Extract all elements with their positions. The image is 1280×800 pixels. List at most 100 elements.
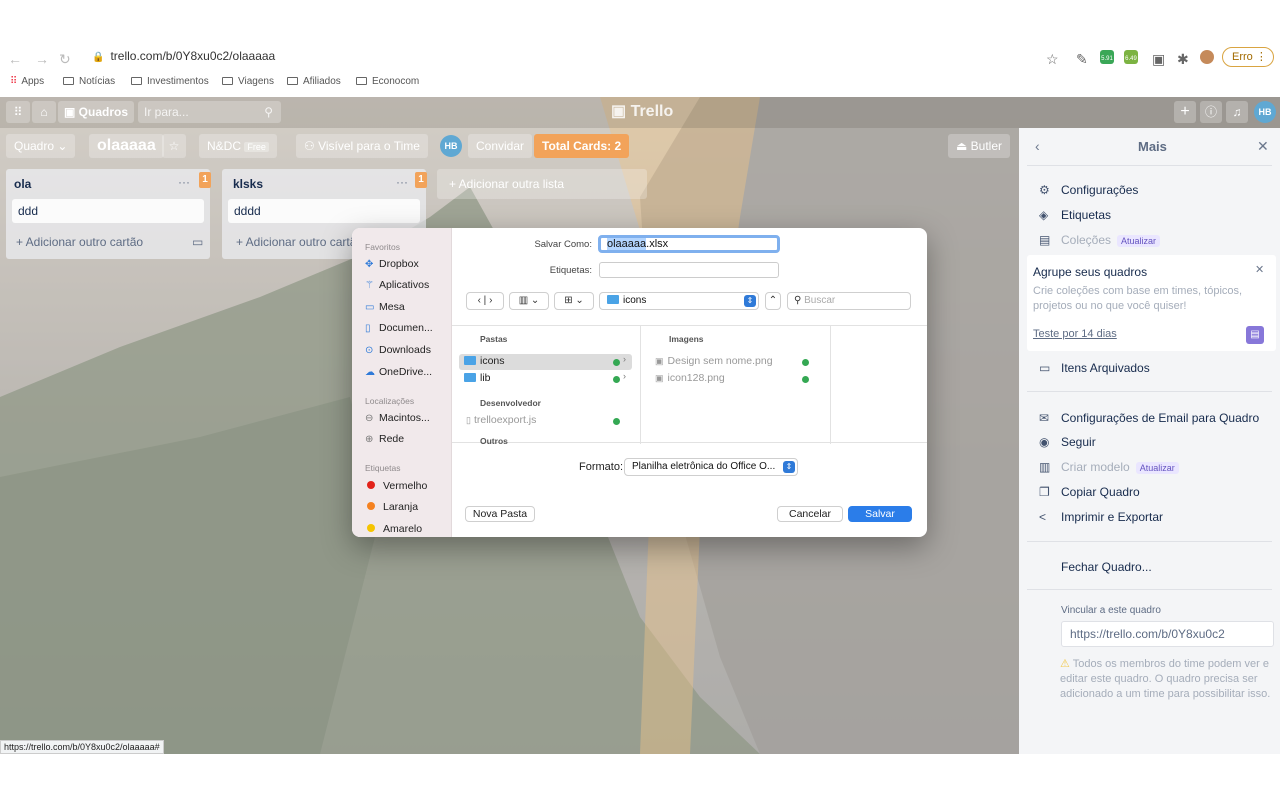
dropbox-icon: ✥ <box>365 259 374 270</box>
visibility-button[interactable]: ⚇ Visível para o Time <box>296 134 428 158</box>
error-badge[interactable]: Erro ⋮ <box>1222 47 1274 67</box>
boards-button[interactable]: ▣ Quadros <box>58 101 135 123</box>
bell-icon[interactable]: ♫ <box>1226 101 1248 123</box>
list-title[interactable]: klsks <box>233 177 263 191</box>
select-arrows-icon[interactable]: ⇕ <box>744 295 756 307</box>
folder-icon <box>607 295 619 304</box>
add-card-button[interactable]: + Adicionar outro cartão <box>16 235 143 249</box>
new-folder-button[interactable]: Nova Pasta <box>465 506 535 522</box>
list-menu-icon[interactable]: ··· <box>178 175 190 189</box>
home-icon[interactable]: ⌂ <box>32 101 56 123</box>
avatar[interactable]: HB <box>1254 101 1276 123</box>
trello-logo[interactable]: ▣ Trello <box>611 101 673 121</box>
forward-icon[interactable]: → <box>35 51 49 67</box>
menu-item-criar-modelo[interactable]: Criar modelo Atualizar <box>1061 460 1179 474</box>
extension-icon-2[interactable]: 6.49 <box>1124 50 1138 64</box>
filename-input[interactable]: olaaaaa.xlsx <box>598 235 780 253</box>
sidebar-item-dropbox[interactable]: ✥ Dropbox <box>365 258 419 270</box>
sidebar-item-aplicativos[interactable]: ⚚ Aplicativos <box>365 279 429 291</box>
puzzle-icon[interactable]: ✱ <box>1177 51 1189 68</box>
sidebar-item-macintosh[interactable]: ⊖ Macintos... <box>365 412 430 424</box>
disk-icon: ⊖ <box>365 413 374 424</box>
card-template-icon[interactable]: ▭ <box>192 235 203 249</box>
bookmark-investimentos[interactable]: Investimentos <box>131 76 209 87</box>
menu-item-imprimir[interactable]: Imprimir e Exportar <box>1061 510 1163 524</box>
menu-item-copiar[interactable]: Copiar Quadro <box>1061 485 1140 499</box>
format-select[interactable]: Planilha eletrônica do Office O... <box>624 458 798 476</box>
board-title[interactable]: olaaaaa <box>89 134 164 158</box>
group-view-button[interactable]: ⊞ ⌄ <box>554 292 594 310</box>
apps-icon[interactable]: ⠿ <box>6 101 30 123</box>
card[interactable]: ddd <box>12 199 204 223</box>
tags-input[interactable] <box>599 262 779 278</box>
sidebar-item-documentos[interactable]: ▯ Documen... <box>365 322 433 334</box>
star-icon[interactable]: ☆ <box>1046 51 1059 68</box>
update-badge: Atualizar <box>1117 235 1161 247</box>
profile-avatar[interactable] <box>1200 50 1214 64</box>
sidebar-tag-vermelho[interactable]: Vermelho <box>365 480 427 492</box>
sidebar-item-downloads[interactable]: ⊙ Downloads <box>365 344 431 356</box>
folder-row-lib[interactable]: lib <box>464 372 491 384</box>
sidebar-item-onedrive[interactable]: ☁ OneDrive... <box>365 366 432 378</box>
address-bar[interactable]: 🔒 trello.com/b/0Y8xu0c2/olaaaaa <box>92 49 992 67</box>
promo-title: Agrupe seus quadros <box>1033 265 1148 279</box>
folder-row-icons[interactable]: icons <box>464 355 505 367</box>
search-input[interactable]: ⚲ Buscar <box>787 292 911 310</box>
pen-icon[interactable]: ✎ <box>1076 51 1088 68</box>
reload-icon[interactable]: ↻ <box>59 51 71 68</box>
bookmark-apps[interactable]: ⠿ Apps <box>10 76 44 87</box>
bookmark-afiliados[interactable]: Afiliados <box>287 76 341 87</box>
sidebar-tag-amarelo[interactable]: Amarelo <box>365 523 422 535</box>
member-avatar[interactable]: HB <box>440 135 462 157</box>
butler-button[interactable]: ⏏ Butler <box>948 134 1011 158</box>
location-select[interactable]: icons <box>599 292 759 310</box>
team-button[interactable]: N&DC Free <box>199 134 277 158</box>
menu-item-seguir[interactable]: Seguir <box>1061 435 1096 449</box>
file-row-design[interactable]: ▣ Design sem nome.png <box>655 355 773 367</box>
back-icon[interactable]: ‹ <box>1035 138 1040 154</box>
menu-item-configuracoes[interactable]: Configurações <box>1061 183 1138 197</box>
add-card-button[interactable]: + Adicionar outro cartão <box>236 235 363 249</box>
star-board-icon[interactable]: ☆ <box>162 134 186 158</box>
add-list-button[interactable]: + Adicionar outra lista <box>437 169 647 199</box>
bookmark-econocom[interactable]: Econocom <box>356 76 419 87</box>
select-arrows-icon[interactable]: ⇕ <box>783 461 795 473</box>
trial-link[interactable]: Teste por 14 dias <box>1033 328 1117 340</box>
share-icon: < <box>1039 510 1047 524</box>
list-ola[interactable]: ola ··· 1 ddd + Adicionar outro cartão ▭ <box>6 169 211 259</box>
column-view-button[interactable]: ▥ ⌄ <box>509 292 549 310</box>
search-icon: ⚲ <box>264 105 273 119</box>
bookmark-viagens[interactable]: Viagens <box>222 76 274 87</box>
close-icon[interactable]: ✕ <box>1257 138 1269 155</box>
menu-item-arquivados[interactable]: Itens Arquivados <box>1061 361 1150 375</box>
info-icon[interactable]: ⓘ <box>1200 101 1222 123</box>
extension-icon-3[interactable]: ▣ <box>1152 51 1165 68</box>
search-input[interactable]: Ir para... ⚲ <box>138 101 281 123</box>
menu-item-fechar[interactable]: Fechar Quadro... <box>1061 560 1152 574</box>
menu-item-etiquetas[interactable]: Etiquetas <box>1061 208 1111 222</box>
create-icon[interactable]: + <box>1174 101 1196 123</box>
close-icon[interactable]: ✕ <box>1255 263 1264 276</box>
file-row-icon128[interactable]: ▣ icon128.png <box>655 372 725 384</box>
menu-item-colecoes[interactable]: Coleções Atualizar <box>1061 233 1161 247</box>
sidebar-tag-laranja[interactable]: Laranja <box>365 501 418 513</box>
bookmark-noticias[interactable]: Notícias <box>63 76 115 87</box>
expand-button[interactable]: ⌃ <box>765 292 781 310</box>
cancel-button[interactable]: Cancelar <box>777 506 843 522</box>
back-forward-buttons[interactable]: ‹ | › <box>466 292 504 310</box>
column-divider <box>830 326 831 444</box>
sidebar-item-mesa[interactable]: ▭ Mesa <box>365 301 405 313</box>
card[interactable]: dddd <box>228 199 420 223</box>
menu-item-email[interactable]: Configurações de Email para Quadro <box>1061 411 1259 425</box>
file-row-trelloexport[interactable]: ▯ trelloexport.js <box>466 414 536 426</box>
back-icon[interactable]: ← <box>8 51 22 67</box>
invite-button[interactable]: Convidar <box>468 134 533 158</box>
extension-icon-1[interactable]: 5.91 <box>1100 50 1114 64</box>
sidebar-item-rede[interactable]: ⊕ Rede <box>365 433 404 445</box>
save-button[interactable]: Salvar <box>848 506 912 522</box>
update-badge: Atualizar <box>1135 462 1179 474</box>
board-link-input[interactable]: https://trello.com/b/0Y8xu0c2 <box>1061 621 1274 647</box>
list-menu-icon[interactable]: ··· <box>396 175 408 189</box>
board-view-button[interactable]: Quadro ⌄ <box>6 134 76 158</box>
list-title[interactable]: ola <box>14 177 31 191</box>
